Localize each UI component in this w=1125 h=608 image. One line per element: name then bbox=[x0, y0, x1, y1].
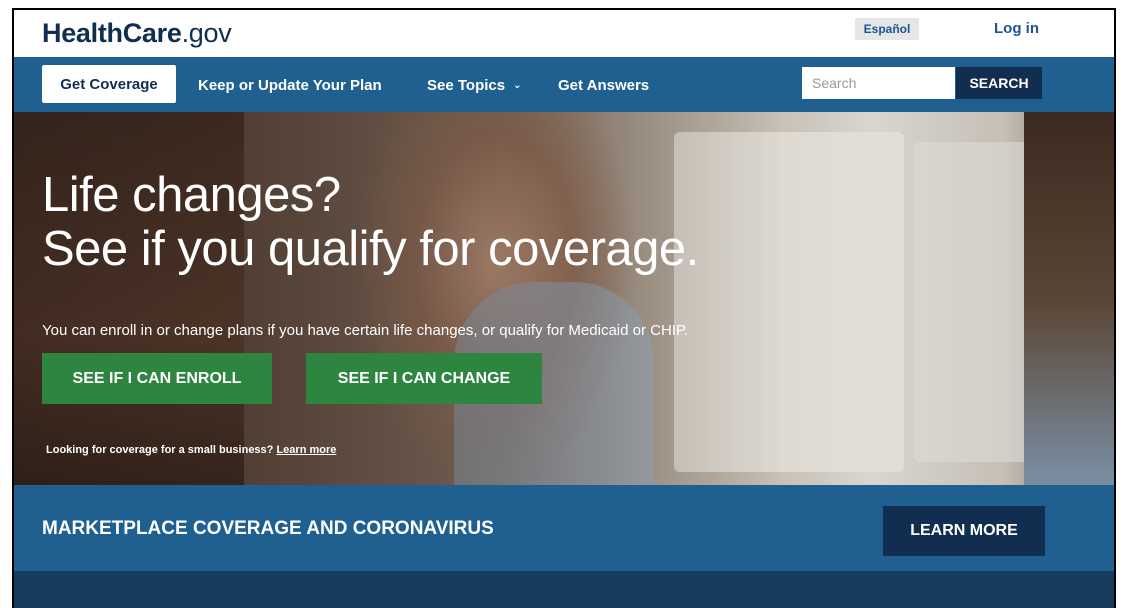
small-business-text: Looking for coverage for a small busines… bbox=[46, 444, 274, 456]
bottom-section-strip bbox=[14, 571, 1114, 608]
hero-heading-line-2: See if you qualify for coverage. bbox=[42, 222, 699, 276]
nav-get-coverage[interactable]: Get Coverage bbox=[42, 65, 176, 103]
nav-keep-or-update-plan[interactable]: Keep or Update Your Plan bbox=[198, 77, 382, 94]
search-button[interactable]: SEARCH bbox=[956, 67, 1042, 99]
top-bar: HealthCare.gov Español Log in bbox=[14, 10, 1114, 57]
hero-subtitle: You can enroll in or change plans if you… bbox=[42, 322, 689, 339]
nav-see-topics-label: See Topics bbox=[427, 77, 506, 94]
healthcare-gov-logo[interactable]: HealthCare.gov bbox=[42, 18, 232, 48]
hero-banner: Life changes? See if you qualify for cov… bbox=[14, 112, 1114, 485]
learn-more-button[interactable]: LEARN MORE bbox=[883, 506, 1045, 556]
search-input[interactable] bbox=[802, 67, 955, 99]
banner-title: MARKETPLACE COVERAGE AND CORONAVIRUS bbox=[42, 518, 494, 539]
hero-heading: Life changes? See if you qualify for cov… bbox=[42, 168, 699, 276]
see-if-i-can-change-button[interactable]: SEE IF I CAN CHANGE bbox=[306, 353, 542, 404]
browser-frame: HealthCare.gov Español Log in Get Covera… bbox=[12, 8, 1116, 608]
nav-see-topics[interactable]: See Topics ⌄ bbox=[427, 77, 521, 94]
small-business-learn-more-link[interactable]: Learn more bbox=[276, 444, 336, 456]
chevron-down-icon: ⌄ bbox=[513, 80, 522, 91]
main-navigation: Get Coverage Keep or Update Your Plan Se… bbox=[14, 57, 1114, 112]
coronavirus-banner: MARKETPLACE COVERAGE AND CORONAVIRUS LEA… bbox=[14, 485, 1114, 571]
logo-main-text: HealthCare bbox=[42, 18, 182, 48]
small-business-note: Looking for coverage for a small busines… bbox=[46, 444, 336, 456]
see-if-i-can-enroll-button[interactable]: SEE IF I CAN ENROLL bbox=[42, 353, 272, 404]
logo-suffix-text: .gov bbox=[181, 18, 232, 48]
hero-heading-line-1: Life changes? bbox=[42, 168, 341, 222]
nav-get-answers[interactable]: Get Answers bbox=[558, 77, 649, 94]
espanol-link[interactable]: Español bbox=[855, 18, 919, 40]
login-link[interactable]: Log in bbox=[994, 20, 1039, 37]
